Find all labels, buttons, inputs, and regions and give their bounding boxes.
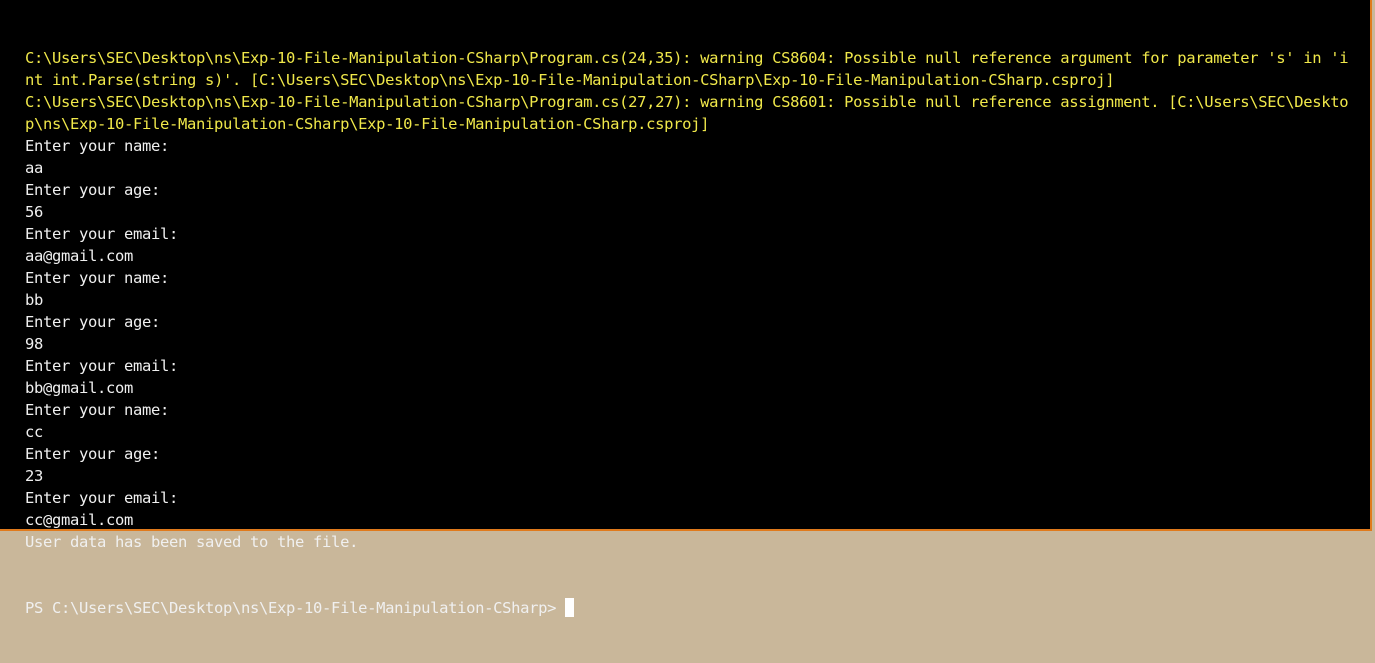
warning-line: p\ns\Exp-10-File-Manipulation-CSharp\Exp… (25, 115, 710, 133)
output-line: bb (25, 291, 44, 309)
warning-line: nt int.Parse(string s)'. [C:\Users\SEC\D… (25, 71, 1115, 89)
output-line: Enter your email: (25, 489, 179, 507)
output-line: Enter your name: (25, 137, 170, 155)
warning-line: C:\Users\SEC\Desktop\ns\Exp-10-File-Mani… (25, 93, 1349, 111)
output-line: aa (25, 159, 44, 177)
warning-line: C:\Users\SEC\Desktop\ns\Exp-10-File-Mani… (25, 49, 1349, 67)
output-line: Enter your name: (25, 401, 170, 419)
output-line: cc (25, 423, 44, 441)
text-cursor (565, 598, 575, 617)
output-line: bb@gmail.com (25, 379, 134, 397)
output-line: User data has been saved to the file. (25, 533, 359, 551)
terminal-output[interactable]: C:\Users\SEC\Desktop\ns\Exp-10-File-Mani… (25, 3, 1360, 663)
output-line: Enter your email: (25, 225, 179, 243)
prompt-line[interactable]: PS C:\Users\SEC\Desktop\ns\Exp-10-File-M… (25, 597, 1360, 619)
output-line: 98 (25, 335, 44, 353)
shell-prompt: PS C:\Users\SEC\Desktop\ns\Exp-10-File-M… (25, 599, 557, 617)
output-line: Enter your age: (25, 445, 161, 463)
output-line: 56 (25, 203, 44, 221)
output-line: Enter your email: (25, 357, 179, 375)
output-line: Enter your age: (25, 181, 161, 199)
output-line: aa@gmail.com (25, 247, 134, 265)
output-line: 23 (25, 467, 44, 485)
terminal-window[interactable]: C:\Users\SEC\Desktop\ns\Exp-10-File-Mani… (0, 0, 1372, 617)
output-line: Enter your name: (25, 269, 170, 287)
output-line: cc@gmail.com (25, 511, 134, 529)
output-lines: C:\Users\SEC\Desktop\ns\Exp-10-File-Mani… (25, 47, 1360, 553)
output-line: Enter your age: (25, 313, 161, 331)
